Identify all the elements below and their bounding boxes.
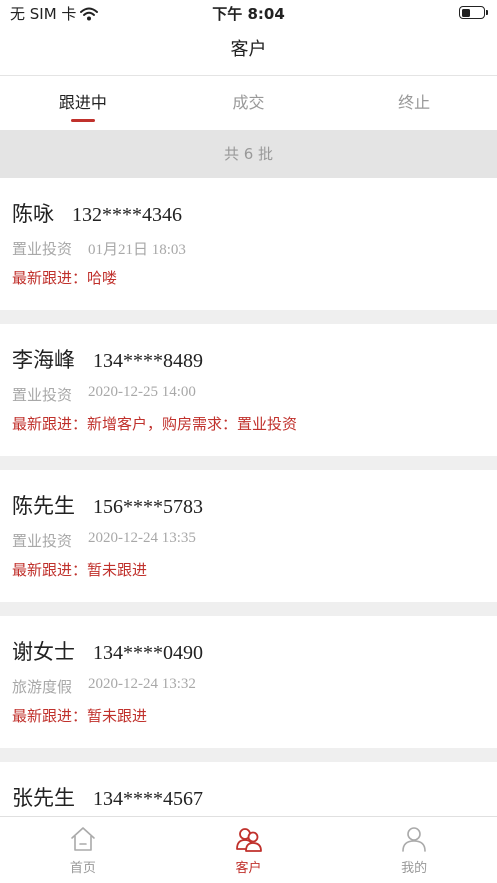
customer-list: 陈咏 132****4346 置业投资 01月21日 18:03 最新跟进：哈喽… — [0, 178, 497, 883]
customer-name: 张先生 — [12, 786, 75, 810]
customer-category: 置业投资 — [12, 386, 73, 404]
tab-terminated[interactable]: 终止 — [331, 76, 497, 130]
latest-follow-up: 最新跟进：暂未跟进 — [12, 707, 148, 725]
tab-label: 终止 — [398, 93, 431, 112]
customer-category: 置业投资 — [12, 240, 73, 258]
customer-phone: 134****0490 — [93, 642, 203, 664]
page-title: 客户 — [230, 39, 267, 60]
customer-time: 01月21日 18:03 — [88, 242, 186, 258]
nav-bar: 客户 — [0, 26, 497, 76]
bottom-tab-bar: 首页 客户 我的 — [0, 816, 497, 883]
customer-card[interactable]: 李海峰 134****8489 置业投资 2020-12-25 14:00 最新… — [0, 324, 497, 456]
home-icon — [71, 827, 95, 851]
tab-active-indicator — [70, 119, 95, 122]
customer-name: 李海峰 — [12, 348, 75, 372]
tab-label: 跟进中 — [58, 93, 107, 112]
customer-category: 置业投资 — [12, 532, 73, 550]
customer-phone: 156****5783 — [93, 496, 203, 518]
tabbar-customers[interactable]: 客户 — [166, 817, 332, 883]
battery-icon — [459, 6, 488, 19]
customer-name: 陈咏 — [12, 202, 54, 226]
customer-name: 陈先生 — [12, 494, 75, 518]
customers-icon — [235, 828, 262, 852]
customer-phone: 134****8489 — [93, 350, 203, 372]
customer-time: 2020-12-24 13:35 — [88, 530, 196, 546]
customer-card[interactable]: 陈咏 132****4346 置业投资 01月21日 18:03 最新跟进：哈喽 — [0, 178, 497, 310]
customer-phone: 134****4567 — [93, 788, 203, 810]
tabbar-label: 客户 — [235, 861, 262, 876]
customer-time: 2020-12-24 13:32 — [88, 676, 196, 692]
profile-icon — [402, 827, 426, 852]
latest-follow-up: 最新跟进：暂未跟进 — [12, 561, 148, 579]
customer-card[interactable]: 谢女士 134****0490 旅游度假 2020-12-24 13:32 最新… — [0, 616, 497, 748]
tab-closed-deal[interactable]: 成交 — [166, 76, 332, 130]
customer-card[interactable]: 陈先生 156****5783 置业投资 2020-12-24 13:35 最新… — [0, 470, 497, 602]
tabbar-profile[interactable]: 我的 — [331, 817, 497, 883]
tab-label: 成交 — [232, 93, 265, 112]
latest-follow-up: 最新跟进：新增客户，购房需求：置业投资 — [12, 415, 298, 433]
tabbar-label: 首页 — [69, 861, 96, 876]
status-tabs: 跟进中 成交 终止 — [0, 76, 497, 130]
tabbar-label: 我的 — [401, 861, 428, 876]
status-bar: 无 SIM 卡 下午 8:04 — [0, 0, 497, 26]
batch-count: 共 6 批 — [0, 130, 497, 178]
status-time: 下午 8:04 — [212, 5, 285, 23]
latest-follow-up: 最新跟进：哈喽 — [12, 269, 118, 287]
tabbar-home[interactable]: 首页 — [0, 817, 166, 883]
customer-category: 旅游度假 — [12, 678, 73, 696]
customer-time: 2020-12-25 14:00 — [88, 384, 196, 400]
tab-following[interactable]: 跟进中 — [0, 76, 166, 130]
customer-name: 谢女士 — [12, 640, 75, 664]
customer-phone: 132****4346 — [72, 204, 182, 226]
